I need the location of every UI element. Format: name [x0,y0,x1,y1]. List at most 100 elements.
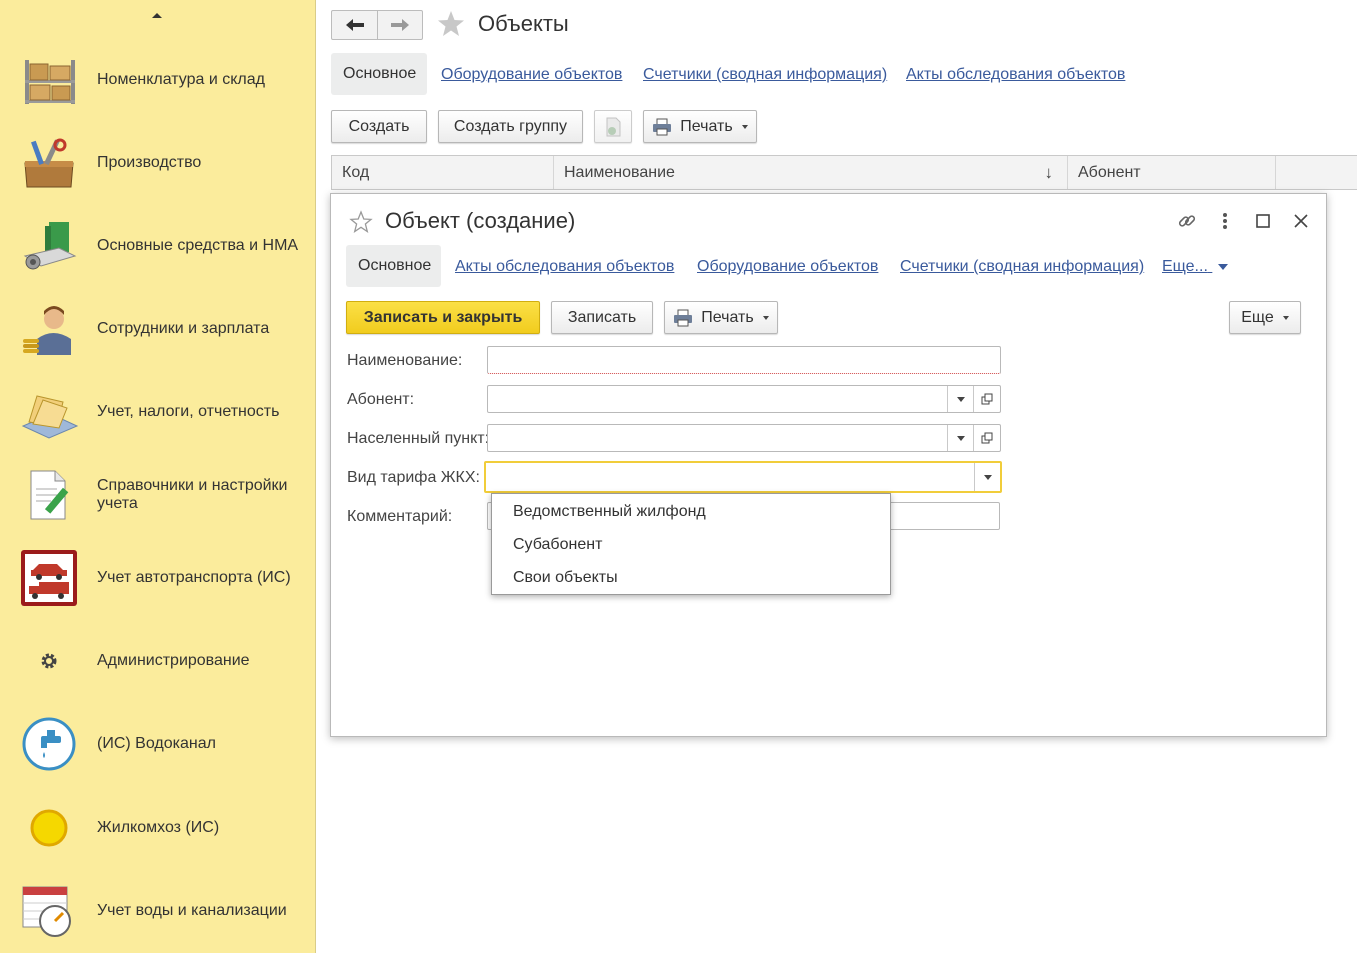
copy-document-icon [606,117,621,136]
tariff-option[interactable]: Ведомственный жилфонд [513,503,706,521]
link-button[interactable] [1176,210,1198,232]
dialog-more-button[interactable]: Еще [1229,301,1301,334]
subscriber-field[interactable] [487,385,1001,413]
sidebar-item-vehicles[interactable]: Учет автотранспорта (ИС) [0,536,316,619]
create-button[interactable]: Создать [331,110,427,143]
comment-label: Комментарий: [347,508,453,525]
yellow-circle-icon [18,797,80,859]
print-button[interactable]: Печать [643,110,757,143]
gear-icon [18,630,80,692]
sidebar-item-label: Сотрудники и зарплата [97,319,270,337]
tab-main[interactable]: Основное [331,53,427,95]
column-name-label: Наименование [564,163,675,181]
tab-inspection-acts[interactable]: Акты обследования объектов [906,66,1125,84]
tab-meters[interactable]: Счетчики (сводная информация) [643,66,887,84]
save-and-close-button[interactable]: Записать и закрыть [346,301,540,334]
sidebar-item-label: (ИС) Водоканал [97,734,216,752]
save-and-close-label: Записать и закрыть [363,308,523,326]
dialog-tab-inspection-acts[interactable]: Акты обследования объектов [455,258,674,276]
locality-field[interactable] [487,424,1001,452]
vertical-dots-icon [1223,213,1227,229]
create-button-label: Создать [348,117,410,135]
open-window-icon [981,432,992,444]
sidebar-item-label: Производство [97,153,202,171]
more-actions-button[interactable] [1214,210,1236,232]
sidebar-item-label: Администрирование [97,651,250,669]
subscriber-dropdown-button[interactable] [947,386,973,412]
favorite-star-icon[interactable] [436,9,466,39]
tariff-label: Вид тарифа ЖКХ: [347,469,480,486]
tariff-option[interactable]: Субабонент [513,536,602,554]
sidebar-item-production[interactable]: Производство [0,121,316,204]
sidebar-item-administration[interactable]: Администрирование [0,619,316,702]
column-subscriber-label: Абонент [1078,163,1141,181]
employee-coins-icon [18,298,80,360]
print-button-label: Печать [680,117,733,135]
close-button[interactable] [1290,210,1312,232]
locality-dropdown-button[interactable] [947,425,973,451]
dialog-print-label: Печать [701,308,754,326]
dialog-tab-more[interactable]: Еще... [1162,258,1229,276]
close-icon [1294,214,1308,228]
subscriber-label: Абонент: [347,391,415,408]
objects-table-header: Код Наименование ↓ Абонент [331,155,1357,190]
dialog-print-button[interactable]: Печать [664,301,778,334]
arrow-left-icon [345,19,364,31]
favorite-star-icon[interactable] [349,210,373,234]
column-subscriber[interactable]: Абонент [1068,156,1276,189]
maximize-icon [1256,214,1270,228]
column-code-label: Код [342,163,370,181]
sidebar-item-fixed-assets[interactable]: Основные средства и НМА [0,204,316,287]
printer-icon [674,309,693,326]
sidebar-item-label: Учет воды и канализации [97,901,287,919]
locality-open-button[interactable] [973,425,999,451]
copy-button[interactable] [594,110,632,143]
dialog-more-label: Еще [1241,308,1274,326]
chevron-down-icon [1218,263,1229,270]
back-button[interactable] [332,11,377,39]
arrow-right-icon [391,19,409,31]
sidebar-item-label: Основные средства и НМА [97,236,299,254]
chevron-down-icon [956,435,965,441]
sidebar-item-label: Учет автотранспорта (ИС) [97,568,291,586]
forward-button[interactable] [377,11,422,39]
chevron-down-icon [956,396,965,402]
sidebar-item-accounting[interactable]: Учет, налоги, отчетность [0,370,316,453]
column-code[interactable]: Код [332,156,554,189]
dialog-tab-equipment[interactable]: Оборудование объектов [697,258,878,276]
dialog-tab-main[interactable]: Основное [346,245,441,287]
subscriber-open-button[interactable] [973,386,999,412]
name-field[interactable] [487,346,1001,374]
toolbox-icon [18,132,80,194]
create-group-button[interactable]: Создать группу [438,110,583,143]
tariff-options-list: Ведомственный жилфонд Субабонент Свои об… [491,493,891,595]
save-button-label: Записать [567,308,637,326]
tariff-option[interactable]: Свои объекты [513,569,618,587]
create-group-button-label: Создать группу [453,117,568,135]
sidebar-item-zhilkomhoz[interactable]: Жилкомхоз (ИС) [0,786,316,869]
scroll-up-icon[interactable] [148,8,166,22]
maximize-button[interactable] [1252,210,1274,232]
dialog-tab-meters[interactable]: Счетчики (сводная информация) [900,258,1144,276]
chevron-down-icon [762,315,769,320]
open-window-icon [981,393,992,405]
sidebar-item-water-accounting[interactable]: Учет воды и канализации [0,869,316,952]
column-name[interactable]: Наименование ↓ [554,156,1068,189]
sections-sidebar: Номенклатура и склад Производство Основн… [0,0,316,953]
locality-label: Населенный пункт: [347,430,490,447]
sidebar-item-employees[interactable]: Сотрудники и зарплата [0,287,316,370]
sidebar-item-vodokanal[interactable]: (ИС) Водоканал [0,702,316,785]
sidebar-item-label: Учет, налоги, отчетность [97,402,280,420]
save-button[interactable]: Записать [551,301,653,334]
chevron-down-icon [741,124,748,129]
object-create-dialog: Объект (создание) Основное Акты обследов… [330,193,1327,737]
dialog-tab-more-label: Еще... [1162,258,1208,275]
tariff-dropdown-button[interactable] [974,463,1000,491]
tariff-select[interactable] [484,461,1002,493]
history-nav [331,10,423,40]
sidebar-item-label: Жилкомхоз (ИС) [97,818,220,836]
sidebar-item-references[interactable]: Справочники и настройки учета [0,453,316,536]
sidebar-item-nomenclature[interactable]: Номенклатура и склад [0,38,316,121]
sidebar-item-label: Справочники и настройки учета [97,476,288,512]
tab-equipment[interactable]: Оборудование объектов [441,66,622,84]
